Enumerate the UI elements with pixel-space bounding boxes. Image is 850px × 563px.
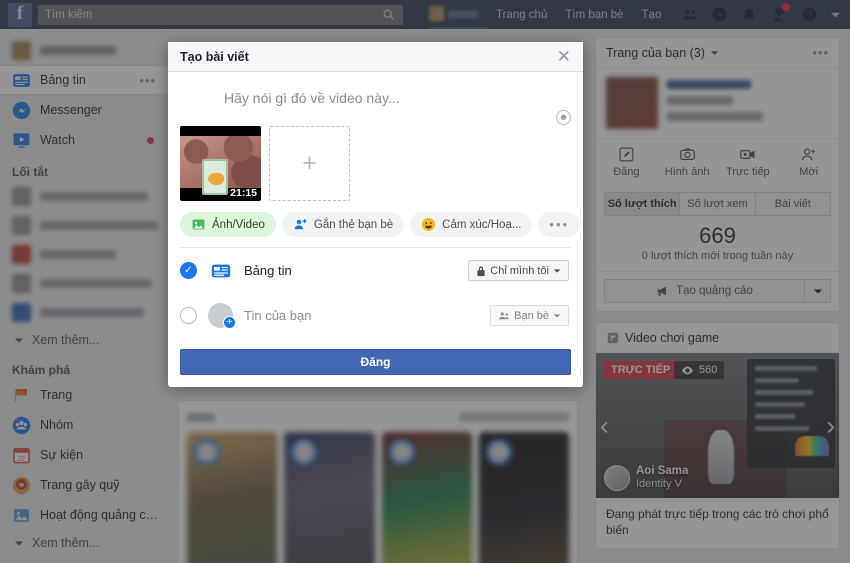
composer-actions: Ảnh/Video Gắn thẻ bạn bè Cảm xúc/Hoạ... … [180, 212, 581, 248]
close-icon[interactable]: ✕ [557, 48, 571, 65]
audience-selector-news-feed[interactable]: Chỉ mình tôi [468, 260, 569, 281]
tag-friends-label: Gắn thẻ bạn bè [313, 218, 394, 231]
checkmark-icon[interactable]: ✓ [180, 262, 197, 279]
news-feed-icon [208, 258, 233, 283]
photo-video-label: Ảnh/Video [212, 218, 265, 231]
video-thumbnail[interactable]: 21:15 [180, 126, 261, 201]
feeling-activity-icon [422, 217, 436, 232]
photo-video-button[interactable]: Ảnh/Video [180, 212, 276, 237]
story-avatar-icon: + [208, 303, 236, 329]
photo-video-icon [192, 219, 205, 230]
feeling-activity-label: Cảm xúc/Hoạ... [442, 218, 522, 231]
media-attachments: 21:15 + [180, 126, 571, 201]
emoji-smiley-icon[interactable]: ☻ [556, 110, 571, 125]
chevron-down-icon [553, 268, 561, 273]
video-frame [180, 136, 261, 195]
destination-your-story[interactable]: + Tin của bạn Bạn bè [180, 293, 571, 338]
add-media-button[interactable]: + [269, 126, 350, 201]
composer-placeholder[interactable]: Hãy nói gì đó về video này... [180, 82, 571, 106]
feeling-activity-button[interactable]: Cảm xúc/Hoạ... [410, 212, 533, 237]
dialog-title: Tạo bài viết [180, 49, 249, 64]
destination-news-feed[interactable]: ✓ Bảng tin Chỉ mình tôi [180, 248, 571, 293]
lock-icon [477, 266, 485, 276]
friends-icon [499, 311, 509, 319]
destination-label: Tin của bạn [244, 308, 312, 323]
facebook-page: f Trang chủ Tìm bạn bè Tạo [0, 0, 850, 563]
tag-friends-icon [294, 218, 307, 230]
video-frame-object [202, 159, 228, 195]
radio-button[interactable] [180, 307, 197, 324]
dialog-body: Hãy nói gì đó về video này... ☻ 21:15 + [168, 72, 583, 349]
destination-label: Bảng tin [244, 263, 292, 278]
more-options-button[interactable]: ••• [538, 212, 581, 237]
plus-icon: + [302, 149, 317, 177]
post-button[interactable]: Đăng [180, 349, 571, 375]
create-post-dialog: Tạo bài viết ✕ Hãy nói gì đó về video nà… [168, 42, 583, 387]
audience-label: Chỉ mình tôi [490, 264, 549, 277]
tag-friends-button[interactable]: Gắn thẻ bạn bè [281, 212, 405, 237]
audience-label: Bạn bè [514, 309, 549, 322]
audience-selector-story[interactable]: Bạn bè [490, 305, 569, 326]
video-duration: 21:15 [230, 187, 257, 199]
dialog-header: Tạo bài viết ✕ [168, 42, 583, 72]
post-composer[interactable]: Hãy nói gì đó về video này... ☻ [180, 82, 571, 125]
plus-icon: + [223, 316, 236, 329]
chevron-down-icon [553, 313, 561, 318]
